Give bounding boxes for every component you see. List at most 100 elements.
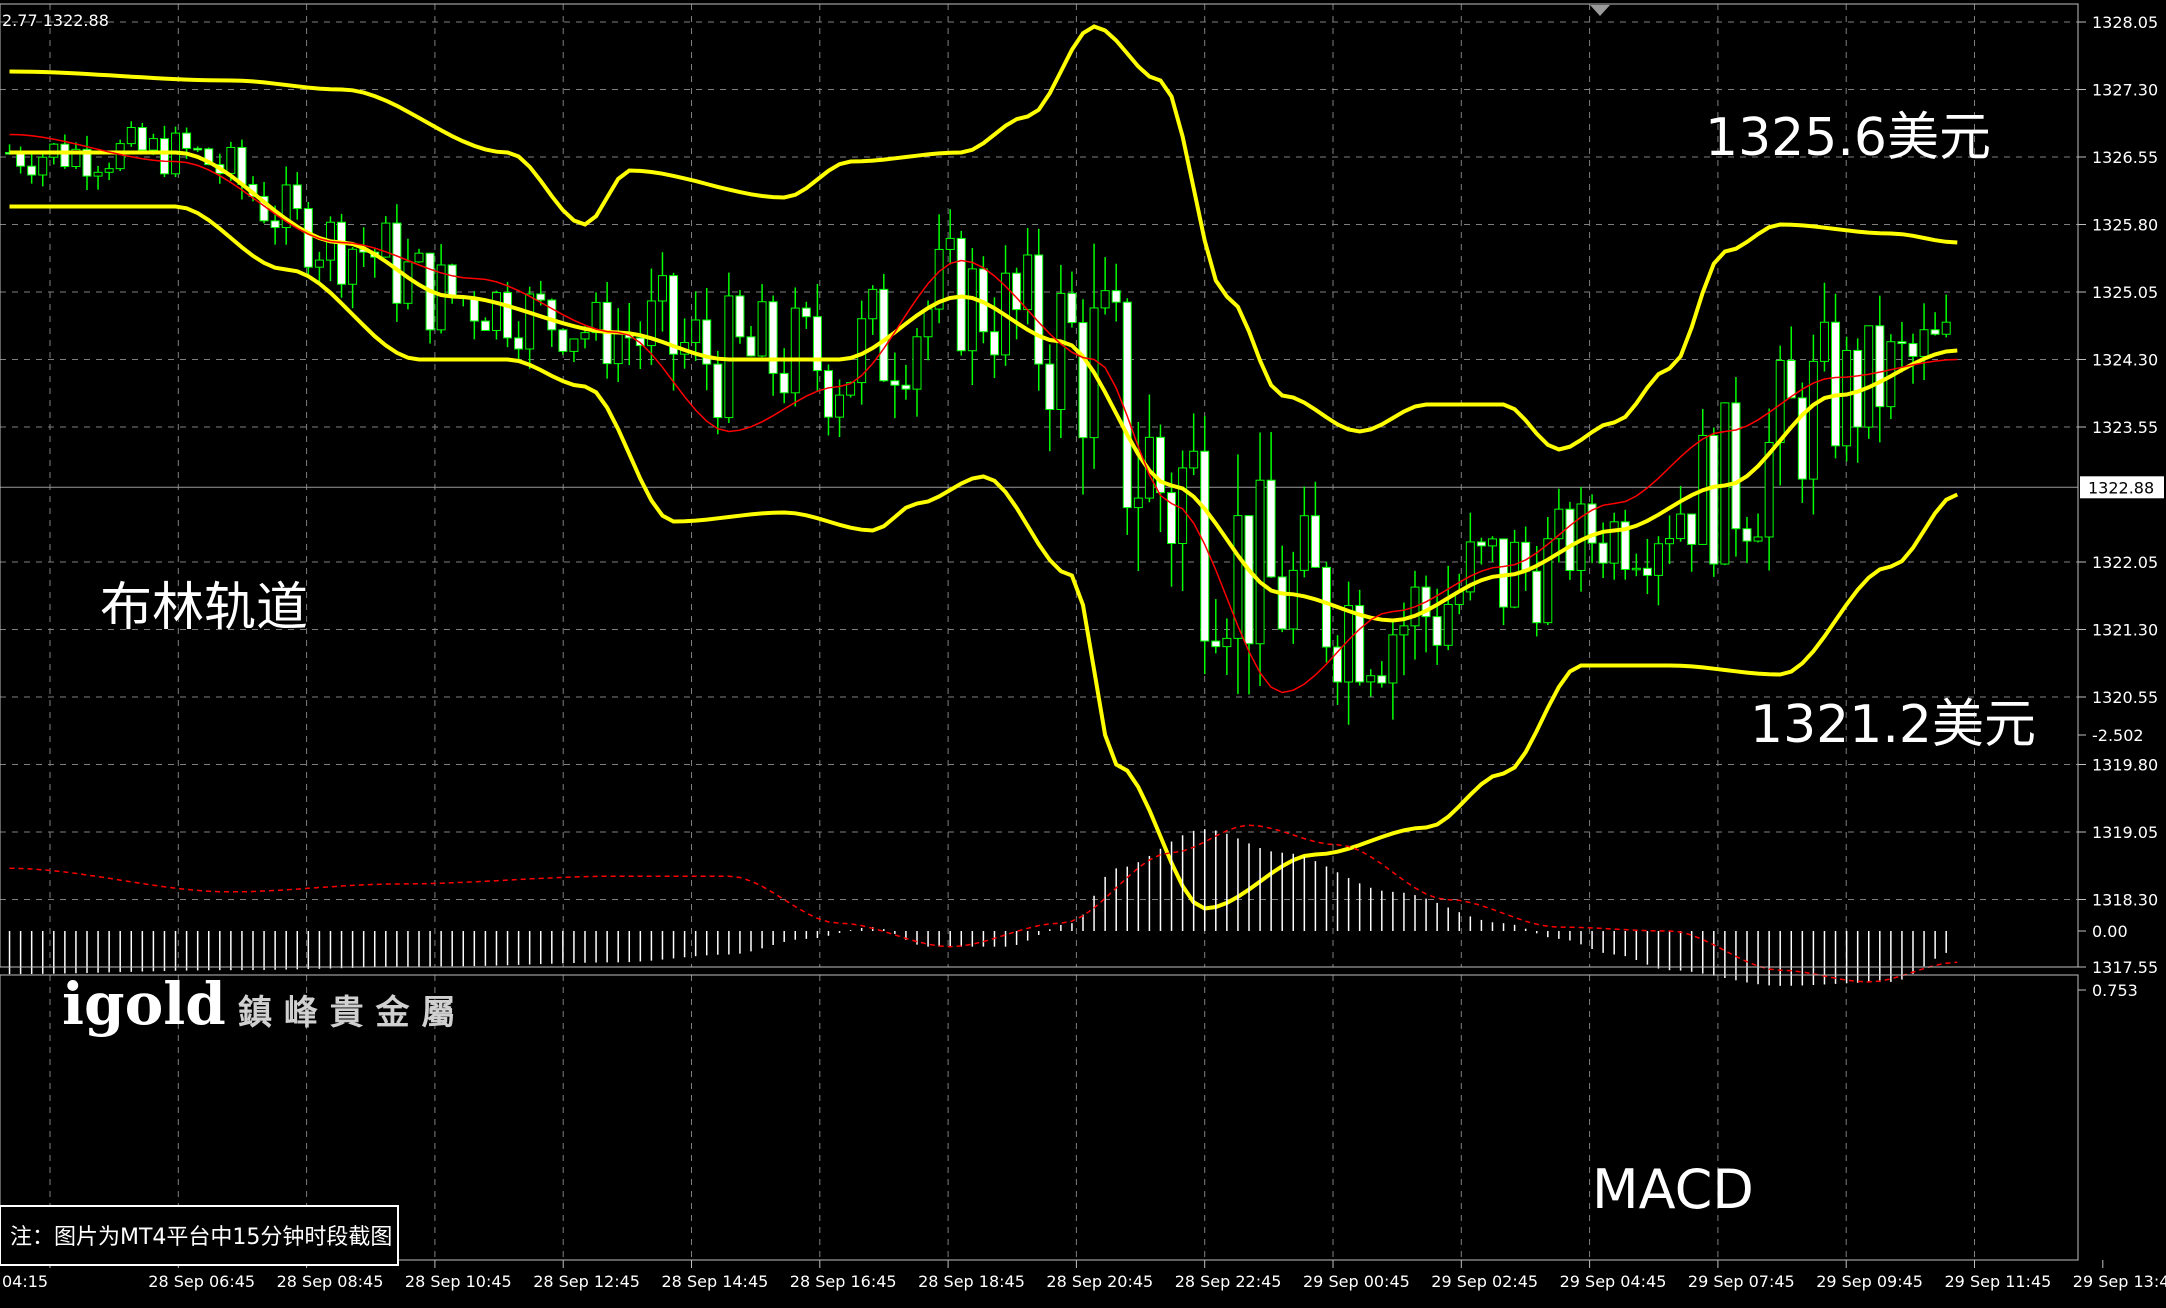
candle-body bbox=[1432, 616, 1442, 646]
logo-subtitle: 鎮 峰 貴 金 屬 bbox=[238, 993, 455, 1033]
candle-body bbox=[1908, 343, 1918, 357]
candle-body bbox=[137, 127, 147, 151]
candle-body bbox=[967, 268, 977, 352]
candle-body bbox=[912, 336, 922, 390]
candle-body bbox=[1211, 640, 1221, 648]
candle-body bbox=[1897, 341, 1907, 345]
candle-body bbox=[1487, 538, 1497, 547]
candle-body bbox=[1277, 576, 1287, 630]
time-tick-label: 29 Sep 02:45 bbox=[1431, 1272, 1538, 1291]
candle-body bbox=[1045, 363, 1055, 410]
price-tick-label: 1321.30 bbox=[2092, 621, 2158, 640]
candle-body bbox=[1189, 450, 1199, 469]
time-tick-label: 28 Sep 14:45 bbox=[662, 1272, 769, 1291]
candle-body bbox=[237, 146, 247, 185]
candle-body bbox=[159, 138, 169, 175]
candle-body bbox=[1443, 603, 1453, 646]
candle-body bbox=[1786, 359, 1796, 399]
candle-body bbox=[735, 295, 745, 338]
candle-body bbox=[503, 292, 513, 339]
candle-body bbox=[812, 316, 822, 372]
candle-body bbox=[104, 168, 114, 173]
candle-body bbox=[669, 275, 679, 355]
logo-text: igold bbox=[62, 970, 226, 1038]
candle-body bbox=[1244, 515, 1254, 645]
macd-label: MACD bbox=[1592, 1158, 1754, 1221]
candle-body bbox=[1543, 538, 1553, 624]
candle-body bbox=[115, 143, 125, 170]
price-tick-label: 1318.30 bbox=[2092, 891, 2158, 910]
candle-body bbox=[724, 295, 734, 419]
candle-body bbox=[126, 127, 136, 145]
candle-body bbox=[1665, 538, 1675, 545]
candle-body bbox=[193, 147, 203, 151]
time-tick-label: 29 Sep 11:45 bbox=[1945, 1272, 2052, 1291]
candle-body bbox=[613, 332, 623, 365]
candle-body bbox=[536, 293, 546, 301]
candle-body bbox=[1941, 321, 1951, 335]
candle-body bbox=[835, 394, 845, 418]
candle-body bbox=[1388, 634, 1398, 684]
candle-body bbox=[480, 320, 490, 331]
chart-canvas[interactable]: 1328.05 1327.30 1326.55 1325.80 1325.05 1324.… bbox=[0, 0, 2166, 1304]
candle-body bbox=[558, 329, 568, 352]
mt4-chart: 1328.05 1327.30 1326.55 1325.80 1325.05 1324.… bbox=[0, 0, 2166, 1304]
candle-body bbox=[713, 363, 723, 419]
candle-body bbox=[1056, 292, 1066, 410]
candle-body bbox=[1111, 290, 1121, 303]
candle-body bbox=[1864, 325, 1874, 428]
candle-body bbox=[292, 184, 302, 210]
candle-body bbox=[1775, 359, 1785, 444]
candle-body bbox=[1532, 570, 1542, 624]
price-tick-label: 1317.55 bbox=[2092, 958, 2158, 977]
candle-body bbox=[923, 308, 933, 338]
time-tick-label: 29 Sep 00:45 bbox=[1303, 1272, 1410, 1291]
candle-body bbox=[1321, 566, 1331, 648]
candle-body bbox=[823, 370, 833, 418]
price-tick-label: 1320.55 bbox=[2092, 688, 2158, 707]
candle-body bbox=[1399, 625, 1409, 636]
candle-body bbox=[1288, 569, 1298, 630]
candle-body bbox=[403, 261, 413, 304]
candle-body bbox=[314, 259, 324, 268]
candle-body bbox=[469, 297, 479, 322]
candle-body bbox=[1034, 254, 1044, 365]
candle-body bbox=[447, 264, 457, 298]
candle-body bbox=[1499, 538, 1509, 608]
candle-body bbox=[757, 301, 767, 357]
price-tick-label: 1323.55 bbox=[2092, 418, 2158, 437]
candle-body bbox=[1631, 567, 1641, 571]
price-tick-label: 1322.05 bbox=[2092, 553, 2158, 572]
candle-body bbox=[1709, 434, 1719, 565]
time-tick-label: 29 Sep 09:45 bbox=[1816, 1272, 1923, 1291]
price-tick-label: 1325.80 bbox=[2092, 216, 2158, 235]
macd-tick-label: 0.753 bbox=[2092, 981, 2138, 1000]
candle-body bbox=[392, 222, 402, 304]
time-tick-label: 28 Sep 06:45 bbox=[148, 1272, 255, 1291]
time-tick-label: 28 Sep 16:45 bbox=[790, 1272, 897, 1291]
candle-body bbox=[1731, 402, 1741, 530]
price-tick-label: 1324.30 bbox=[2092, 351, 2158, 370]
candle-body bbox=[1676, 513, 1686, 540]
candle-body bbox=[779, 372, 789, 394]
candle-body bbox=[226, 146, 236, 174]
candle-body bbox=[1742, 528, 1752, 542]
candle-body bbox=[93, 171, 103, 177]
candle-body bbox=[1078, 322, 1088, 439]
candle-body bbox=[1167, 492, 1177, 545]
candle-body bbox=[1565, 508, 1575, 571]
candle-body bbox=[879, 288, 889, 382]
candle-body bbox=[768, 301, 778, 374]
time-tick-label: 28 Sep 12:45 bbox=[533, 1272, 640, 1291]
candle-body bbox=[1753, 536, 1763, 542]
candle-body bbox=[337, 221, 347, 285]
candle-body bbox=[1067, 292, 1077, 324]
price-tick-label: 1325.05 bbox=[2092, 283, 2158, 302]
candle-body bbox=[1687, 513, 1697, 545]
candle-body bbox=[436, 264, 446, 331]
candle-body bbox=[27, 165, 37, 176]
candle-body bbox=[945, 237, 955, 250]
candle-body bbox=[1808, 360, 1818, 480]
candle-body bbox=[1222, 637, 1232, 648]
indicator-label: 布林轨道 bbox=[100, 578, 308, 638]
